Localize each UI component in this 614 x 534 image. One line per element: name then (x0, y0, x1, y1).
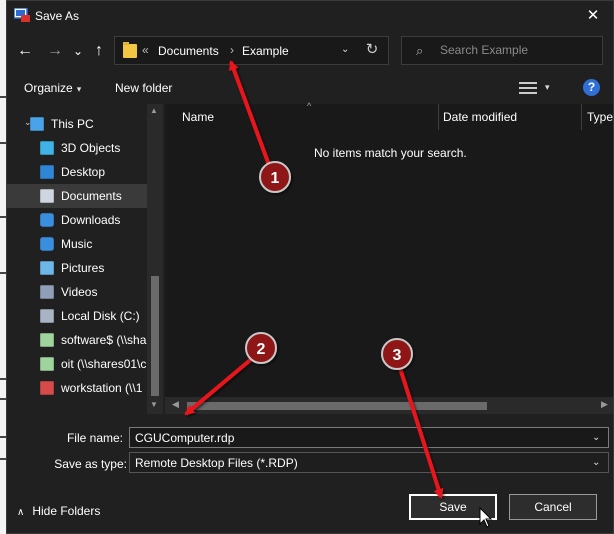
cancel-button[interactable]: Cancel (509, 494, 597, 520)
tree-item-label: software$ (\\shar (61, 333, 151, 347)
view-dropdown-icon[interactable]: ▾ (545, 82, 550, 93)
back-arrow-icon[interactable]: ← (15, 39, 35, 63)
tree-item[interactable]: Documents (7, 184, 147, 208)
save-form: File name: ⌄ Save as type: Remote Deskto… (7, 419, 613, 479)
music-icon (40, 237, 54, 251)
disconnected-drive-icon (40, 381, 54, 395)
refresh-icon[interactable]: ↻ (361, 40, 383, 64)
scrollbar-thumb[interactable] (187, 402, 487, 410)
tree-item[interactable]: Downloads (7, 208, 147, 232)
scroll-up-icon[interactable]: ▲ (150, 106, 158, 115)
save-as-type-value: Remote Desktop Files (*.RDP) (135, 456, 298, 470)
hide-folders-button[interactable]: ∧ Hide Folders (17, 504, 100, 518)
tree-item[interactable]: oit (\\shares01\c (7, 352, 147, 376)
search-box[interactable]: ⌕ (401, 36, 603, 65)
tree-item-label: This PC (51, 117, 94, 131)
file-name-input[interactable] (135, 431, 575, 445)
download-icon (40, 213, 54, 227)
help-icon[interactable]: ? (583, 79, 600, 96)
view-options-icon[interactable] (519, 82, 537, 94)
tree-item[interactable]: Local Disk (C:) (7, 304, 147, 328)
column-divider[interactable] (438, 104, 439, 130)
tree-item[interactable]: Videos (7, 280, 147, 304)
save-as-type-select[interactable]: Remote Desktop Files (*.RDP) ⌄ (129, 452, 609, 473)
computer-icon (30, 117, 44, 131)
tree-item-label: Music (61, 237, 93, 251)
chevron-down-icon[interactable]: ⌄ (592, 432, 600, 443)
search-icon: ⌕ (416, 43, 424, 58)
file-name-label: File name: (66, 431, 123, 445)
navigation-bar: ← → ⌄ ↑ « Documents › Example ⌄ ↻ ⌕ (7, 31, 613, 71)
command-bar: Organize ▾ New folder ▾ ? (7, 73, 613, 103)
tree-item-label: Desktop (61, 165, 106, 179)
file-name-combo[interactable]: ⌄ (129, 427, 609, 448)
column-header-row: ^ Name Date modified Type (165, 101, 613, 130)
tree-item[interactable]: Music (7, 232, 147, 256)
column-divider[interactable] (581, 104, 582, 130)
tree-item[interactable]: ⌄ This PC (7, 112, 147, 136)
network-drive-icon (40, 357, 54, 371)
sort-ascending-icon: ^ (307, 101, 312, 111)
folder-icon (123, 42, 137, 58)
title-bar: Save As ✕ (7, 1, 613, 31)
tree-item[interactable]: Pictures (7, 256, 147, 280)
tree-item-label: oit (\\shares01\c (61, 357, 147, 371)
search-input[interactable] (440, 43, 590, 57)
tree-item-label: 3D Objects (61, 141, 121, 155)
save-button[interactable]: Save (409, 494, 497, 520)
tree-item[interactable]: 3D Objects (7, 136, 147, 160)
chevron-down-icon[interactable]: ⌄ (592, 457, 600, 468)
close-icon[interactable]: ✕ (573, 1, 613, 31)
address-history-chevron-icon[interactable]: ⌄ (341, 44, 349, 55)
remote-desktop-app-icon (14, 8, 30, 22)
tree-item[interactable]: workstation (\\1 (7, 376, 147, 400)
network-drive-icon (40, 333, 54, 347)
up-arrow-icon[interactable]: ↑ (89, 39, 109, 63)
dialog-footer: ∧ Hide Folders Save Cancel (7, 486, 613, 534)
column-name[interactable]: Name (182, 110, 214, 124)
tree-item-label: Downloads (61, 213, 121, 227)
save-as-dialog: Save As ✕ ← → ⌄ ↑ « Documents › Example … (6, 0, 614, 534)
breadcrumb-separator-icon: › (230, 43, 234, 57)
desktop-icon (40, 165, 54, 179)
scroll-right-icon[interactable]: ▶ (601, 399, 608, 410)
file-list-horizontal-scrollbar[interactable]: ◀ ▶ (165, 397, 613, 414)
document-icon (40, 189, 54, 203)
tree-item-label: Documents (61, 189, 122, 203)
chevron-up-icon: ∧ (17, 507, 25, 518)
forward-arrow-icon[interactable]: → (45, 39, 65, 63)
organize-dropdown-icon: ▾ (76, 84, 82, 94)
tree-item[interactable]: software$ (\\shar (7, 328, 151, 352)
picture-icon (40, 261, 54, 275)
save-as-type-label: Save as type: (54, 457, 127, 471)
file-list: ^ Name Date modified Type No items match… (165, 101, 613, 414)
video-icon (40, 285, 54, 299)
navigation-pane-scrollbar[interactable]: ▲ ▼ (147, 104, 163, 414)
cube-icon (40, 141, 54, 155)
column-type[interactable]: Type (587, 110, 613, 124)
tree-item[interactable]: Desktop (7, 160, 147, 184)
new-folder-button[interactable]: New folder (115, 81, 172, 95)
tree-item-label: Videos (61, 285, 98, 299)
breadcrumb-overflow-icon[interactable]: « (142, 43, 149, 57)
scrollbar-thumb[interactable] (151, 276, 159, 396)
scroll-left-icon[interactable]: ◀ (172, 399, 179, 410)
column-date-modified[interactable]: Date modified (443, 110, 517, 124)
tree-item-label: Local Disk (C:) (61, 309, 140, 323)
tree-item-label: Pictures (61, 261, 105, 275)
tree-item-label: workstation (\\1 (61, 381, 143, 395)
recent-locations-chevron-icon[interactable]: ⌄ (68, 39, 88, 63)
empty-folder-message: No items match your search. (314, 146, 467, 160)
breadcrumb-documents[interactable]: Documents (158, 44, 219, 58)
disk-icon (40, 309, 54, 323)
navigation-pane: ⌄ This PC 3D Objects Desktop Documents Downlo… (7, 104, 163, 414)
scroll-down-icon[interactable]: ▼ (150, 400, 158, 409)
organize-button[interactable]: Organize ▾ (24, 81, 81, 95)
dialog-title: Save As (35, 9, 80, 23)
breadcrumb-example[interactable]: Example (242, 44, 289, 58)
